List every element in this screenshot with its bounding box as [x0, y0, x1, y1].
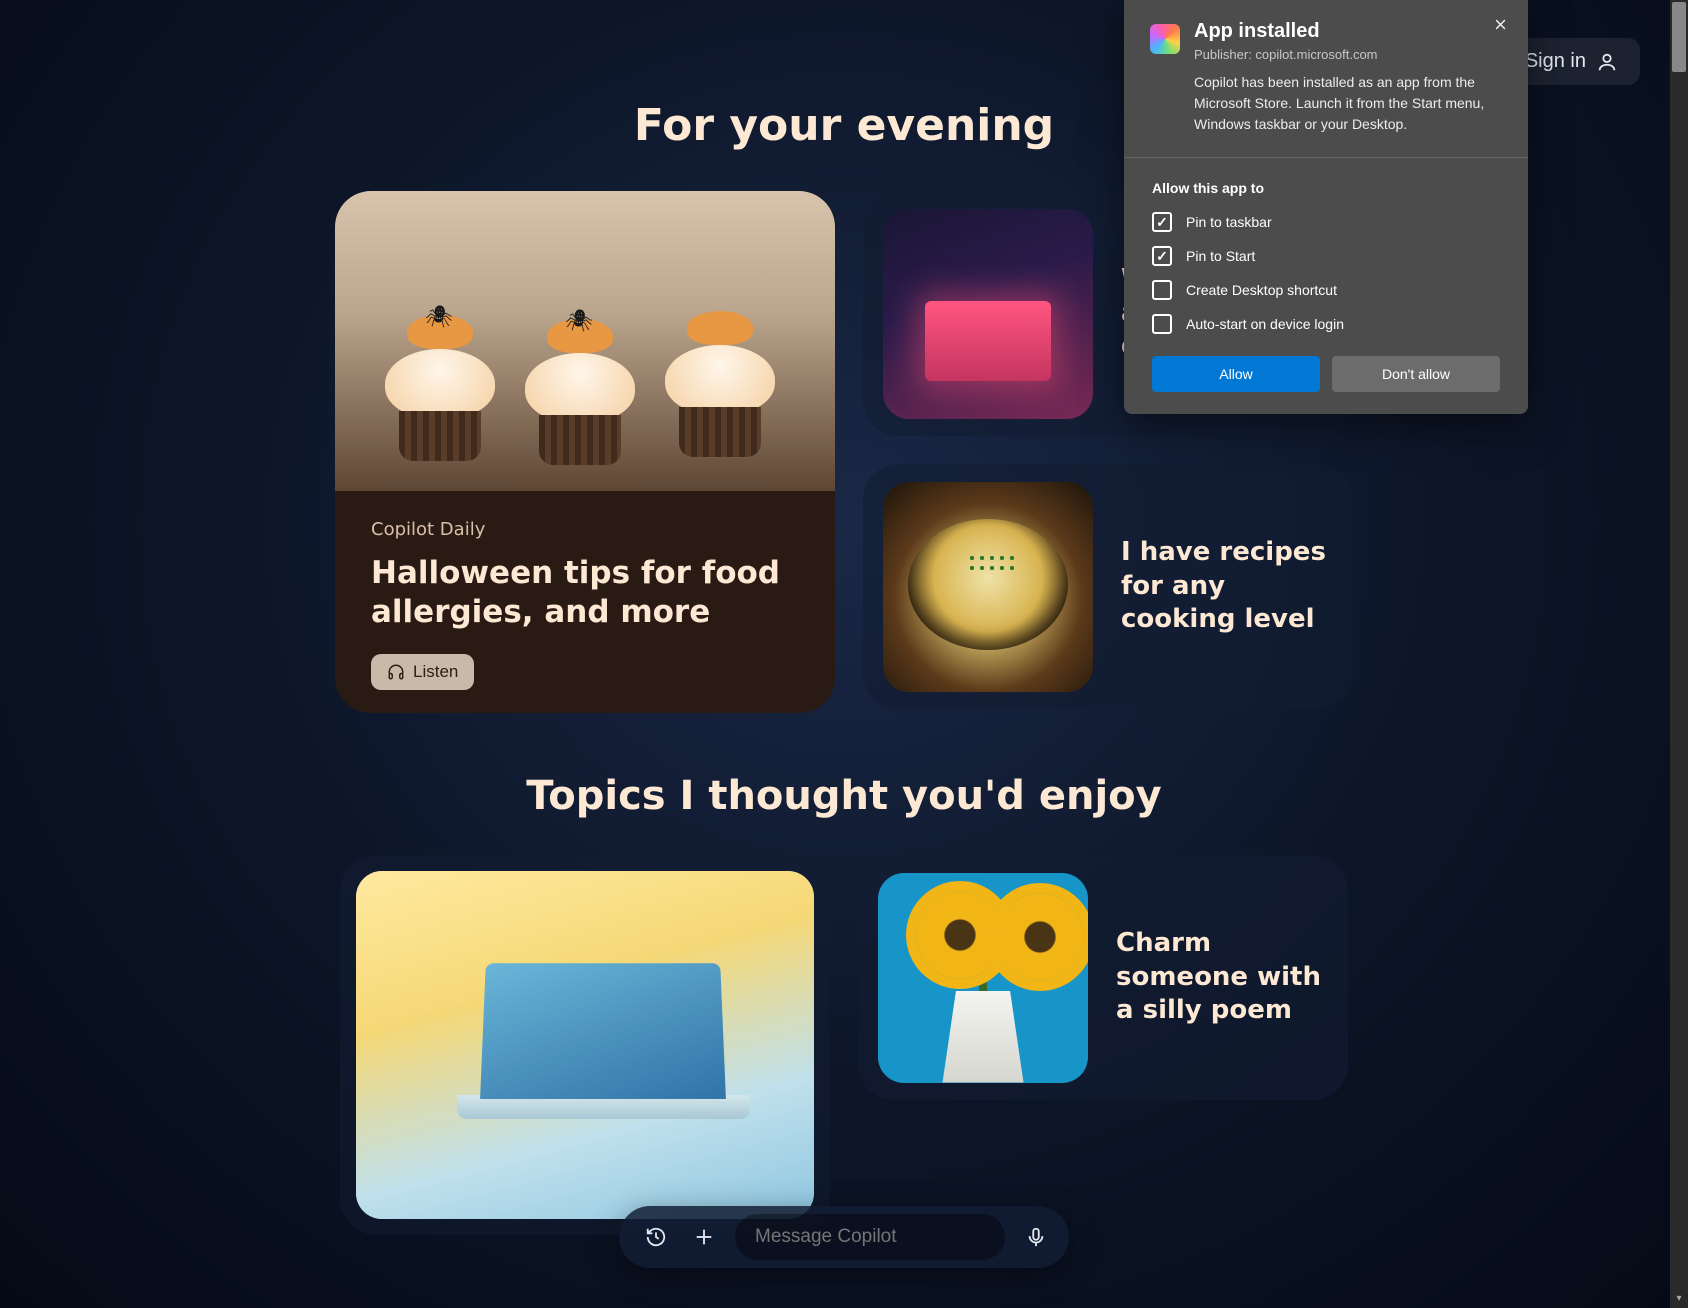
topic-card-poem[interactable]: Charm someone with a silly poem	[858, 855, 1348, 1100]
topics-small-col: Charm someone with a silly poem	[858, 855, 1348, 1235]
small-card-recipes[interactable]: I have recipes for any cooking level	[863, 464, 1353, 709]
copilot-logo-icon	[1150, 24, 1180, 54]
allow-button[interactable]: Allow	[1152, 356, 1320, 392]
headphones-icon	[387, 663, 405, 681]
checkbox-unchecked-icon[interactable]	[1152, 280, 1172, 300]
user-icon	[1596, 51, 1618, 73]
perm-autostart[interactable]: Auto-start on device login	[1152, 314, 1500, 334]
scroll-down-arrow-icon[interactable]: ▾	[1672, 1290, 1686, 1306]
perm-label: Auto-start on device login	[1186, 316, 1344, 332]
scrollbar-thumb[interactable]	[1672, 2, 1686, 72]
history-icon[interactable]	[639, 1220, 673, 1254]
checkbox-unchecked-icon[interactable]	[1152, 314, 1172, 334]
listen-label: Listen	[413, 662, 458, 682]
perm-label: Create Desktop shortcut	[1186, 282, 1337, 298]
perm-label: Pin to Start	[1186, 248, 1255, 264]
checkbox-checked-icon[interactable]	[1152, 212, 1172, 232]
permissions-title: Allow this app to	[1152, 180, 1500, 196]
featured-title: Halloween tips for food allergies, and m…	[371, 554, 799, 632]
perm-pin-start[interactable]: Pin to Start	[1152, 246, 1500, 266]
modal-publisher: Publisher: copilot.microsoft.com	[1194, 47, 1502, 62]
featured-eyebrow: Copilot Daily	[371, 519, 799, 540]
perm-label: Pin to taskbar	[1186, 214, 1272, 230]
spider-decoration-icon	[565, 309, 595, 333]
modal-buttons: Allow Don't allow	[1152, 356, 1500, 392]
compose-input[interactable]	[755, 1226, 985, 1248]
modal-title: App installed	[1194, 20, 1502, 43]
featured-card-text: Copilot Daily Halloween tips for food al…	[335, 491, 835, 713]
checkbox-checked-icon[interactable]	[1152, 246, 1172, 266]
compose-bar	[619, 1206, 1069, 1268]
modal-description: Copilot has been installed as an app fro…	[1194, 72, 1502, 135]
topic-card-large[interactable]	[340, 855, 830, 1235]
sign-in-label: Sign in	[1525, 50, 1586, 73]
perm-pin-taskbar[interactable]: Pin to taskbar	[1152, 212, 1500, 232]
small-card-label: I have recipes for any cooking level	[1121, 536, 1333, 637]
vertical-scrollbar[interactable]: ▾	[1670, 0, 1688, 1308]
spider-decoration-icon	[425, 305, 455, 329]
topic-card-thumb-sunflowers	[878, 873, 1088, 1083]
microphone-icon[interactable]	[1019, 1220, 1053, 1254]
plus-icon[interactable]	[687, 1220, 721, 1254]
modal-header: App installed Publisher: copilot.microso…	[1124, 0, 1528, 157]
perm-desktop-shortcut[interactable]: Create Desktop shortcut	[1152, 280, 1500, 300]
small-card-thumb-bedroom	[883, 209, 1093, 419]
featured-card-image	[335, 191, 835, 491]
listen-button[interactable]: Listen	[371, 654, 474, 690]
compose-input-wrap[interactable]	[735, 1214, 1005, 1260]
topic-card-large-image	[356, 871, 814, 1219]
dont-allow-button[interactable]: Don't allow	[1332, 356, 1500, 392]
section-title-topics: Topics I thought you'd enjoy	[0, 773, 1688, 819]
topics-cards-row: Charm someone with a silly poem	[329, 855, 1359, 1235]
app-installed-modal: App installed Publisher: copilot.microso…	[1124, 0, 1528, 414]
featured-card[interactable]: Copilot Daily Halloween tips for food al…	[335, 191, 835, 713]
page-root: ▾ Sign in For your evening	[0, 0, 1688, 1308]
topic-card-label: Charm someone with a silly poem	[1116, 927, 1328, 1028]
modal-permissions: Allow this app to Pin to taskbar Pin to …	[1124, 158, 1528, 414]
small-card-thumb-soup	[883, 482, 1093, 692]
